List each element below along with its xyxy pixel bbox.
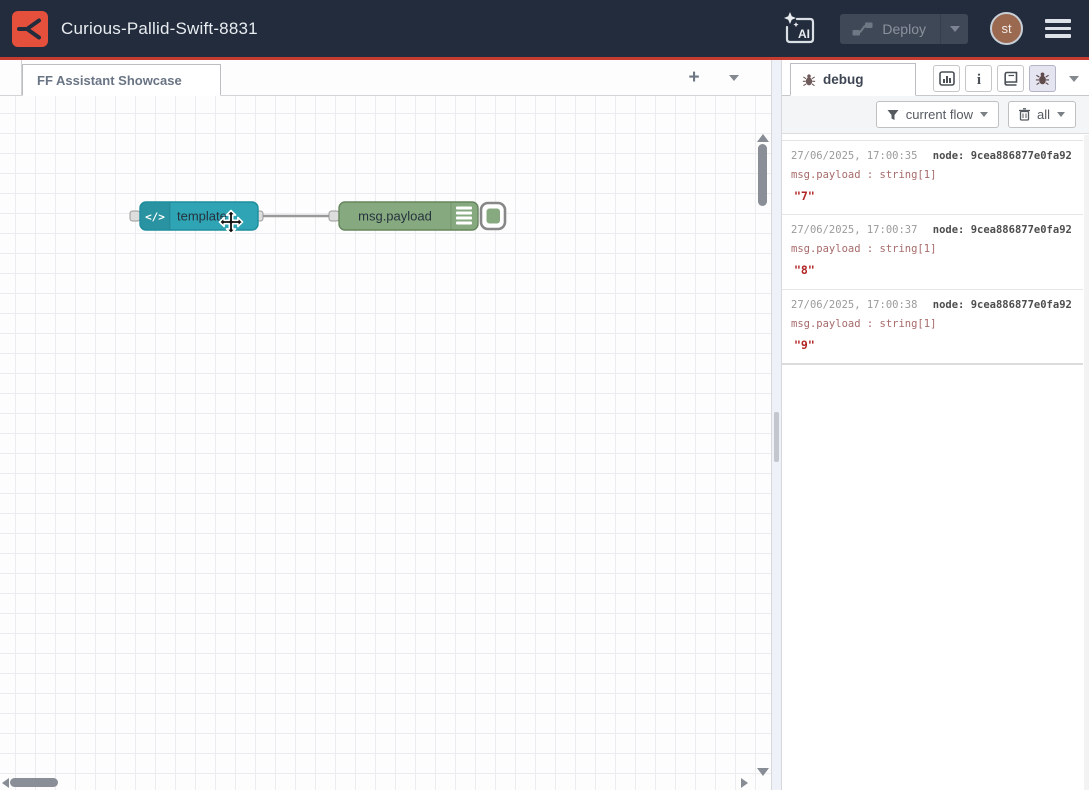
message-node-id: 9cea886877e0fa92 <box>971 224 1072 236</box>
horizontal-scroll-thumb[interactable] <box>10 778 58 787</box>
node-debug[interactable]: msg.payload <box>329 202 505 230</box>
hamburger-icon <box>1045 19 1071 23</box>
logo-merge-icon <box>12 11 48 47</box>
chart-icon <box>939 71 955 86</box>
vertical-scroll-thumb[interactable] <box>758 144 767 206</box>
debug-toolbar: current flow all <box>782 96 1089 134</box>
ai-assistant-button[interactable]: AI <box>780 9 818 49</box>
chevron-down-icon <box>1057 112 1065 117</box>
info-icon: i <box>975 71 983 86</box>
message-property[interactable]: msg.payload : string[1] <box>791 315 1073 335</box>
help-tab-button[interactable] <box>997 65 1024 92</box>
node-label: msg.payload <box>358 209 432 224</box>
message-node-prefix: node: <box>933 299 965 311</box>
message-node-id: 9cea886877e0fa92 <box>971 150 1072 162</box>
node-red-editor: Curious-Pallid-Swift-8831 AI Depl <box>0 0 1089 790</box>
flow-graph: </> template <box>0 96 771 790</box>
deploy-label: Deploy <box>882 21 926 37</box>
dashboard-chart-tab-button[interactable] <box>933 65 960 92</box>
scroll-down-arrow-icon[interactable] <box>757 768 769 776</box>
tab-scroll-left-region[interactable] <box>0 60 22 95</box>
hamburger-icon <box>1045 34 1071 38</box>
tabbar-actions: + <box>675 60 771 95</box>
message-value[interactable]: "7" <box>791 186 1073 207</box>
sidebar-tool-buttons: i <box>933 65 1089 96</box>
debug-message[interactable]: 27/06/2025, 17:00:35 node: 9cea886877e0f… <box>782 141 1083 215</box>
debug-message[interactable]: 27/06/2025, 17:00:37 node: 9cea886877e0f… <box>782 215 1083 289</box>
chevron-down-icon <box>729 75 739 81</box>
ai-sparkle-icon: AI <box>780 9 818 49</box>
main-menu-button[interactable] <box>1045 19 1071 38</box>
message-timestamp: 27/06/2025, 17:00:35 <box>791 150 917 162</box>
app-logo[interactable] <box>12 11 48 47</box>
deploy-nodes-icon <box>852 22 873 36</box>
scroll-up-arrow-icon[interactable] <box>757 134 769 142</box>
debug-filter-button[interactable]: current flow <box>876 101 999 128</box>
debug-message-list: 27/06/2025, 17:00:35 node: 9cea886877e0f… <box>782 140 1083 365</box>
message-meta: 27/06/2025, 17:00:35 node: 9cea886877e0f… <box>791 148 1073 166</box>
flow-list-dropdown-button[interactable] <box>715 60 753 95</box>
svg-text:i: i <box>976 72 980 86</box>
debug-toggle-state <box>487 209 501 224</box>
tab-ff-assistant-showcase[interactable]: FF Assistant Showcase <box>22 64 221 96</box>
scroll-right-arrow-icon[interactable] <box>741 778 748 788</box>
info-tab-button[interactable]: i <box>965 65 992 92</box>
trash-icon <box>1019 108 1030 121</box>
hamburger-icon <box>1045 27 1071 31</box>
code-icon: </> <box>145 211 165 224</box>
message-meta: 27/06/2025, 17:00:37 node: 9cea886877e0f… <box>791 222 1073 240</box>
svg-text:AI: AI <box>798 27 810 41</box>
workspace-tabbar: FF Assistant Showcase + <box>0 60 771 96</box>
splitter-grip[interactable] <box>774 412 779 462</box>
funnel-icon <box>887 109 899 121</box>
bug-icon <box>1035 71 1050 86</box>
book-icon <box>1003 71 1019 86</box>
input-port[interactable] <box>130 211 140 221</box>
avatar-initials: st <box>1001 21 1011 36</box>
message-node-id: 9cea886877e0fa92 <box>971 299 1072 311</box>
message-value[interactable]: "9" <box>791 335 1073 356</box>
debug-clear-button[interactable]: all <box>1008 101 1076 128</box>
add-flow-button[interactable]: + <box>675 60 713 95</box>
chevron-down-icon <box>950 26 960 32</box>
message-node-prefix: node: <box>933 150 965 162</box>
message-timestamp: 27/06/2025, 17:00:38 <box>791 299 917 311</box>
canvas-horizontal-scrollbar[interactable] <box>0 776 757 789</box>
header-bar: Curious-Pallid-Swift-8831 AI Depl <box>0 0 1089 57</box>
page-title: Curious-Pallid-Swift-8831 <box>61 19 258 39</box>
sidebar-scrollbar-gutter[interactable] <box>1084 135 1089 790</box>
plus-icon: + <box>688 67 699 89</box>
sidebar: debug i <box>782 60 1089 790</box>
deploy-button-main[interactable]: Deploy <box>840 14 940 44</box>
tab-debug[interactable]: debug <box>790 63 916 96</box>
flow-canvas[interactable]: </> template <box>0 96 771 790</box>
clear-scope-label: all <box>1037 107 1050 122</box>
message-property[interactable]: msg.payload : string[1] <box>791 166 1073 186</box>
user-avatar[interactable]: st <box>990 12 1023 45</box>
message-meta: 27/06/2025, 17:00:38 node: 9cea886877e0f… <box>791 297 1073 315</box>
chevron-down-icon <box>980 112 988 117</box>
input-port[interactable] <box>329 211 339 221</box>
sidebar-splitter[interactable] <box>771 60 782 790</box>
scroll-left-arrow-icon[interactable] <box>2 778 9 788</box>
debug-tab-label: debug <box>823 72 864 87</box>
flow-tab-label: FF Assistant Showcase <box>37 73 182 88</box>
deploy-button[interactable]: Deploy <box>840 14 968 44</box>
message-timestamp: 27/06/2025, 17:00:37 <box>791 224 917 236</box>
header-actions: AI Deploy st <box>780 9 1077 49</box>
deploy-options-button[interactable] <box>940 14 968 44</box>
main-area: FF Assistant Showcase + <box>0 60 1089 790</box>
workspace-column: FF Assistant Showcase + <box>0 60 771 790</box>
message-property[interactable]: msg.payload : string[1] <box>791 240 1073 260</box>
filter-label: current flow <box>906 107 973 122</box>
debug-message[interactable]: 27/06/2025, 17:00:38 node: 9cea886877e0f… <box>782 290 1083 363</box>
canvas-vertical-scrollbar[interactable] <box>755 134 770 776</box>
sidebar-tabs-dropdown-icon[interactable] <box>1069 76 1079 82</box>
sidebar-tabbar: debug i <box>782 60 1089 96</box>
message-node-prefix: node: <box>933 224 965 236</box>
bug-icon <box>802 73 816 87</box>
debug-tab-button[interactable] <box>1029 65 1056 92</box>
message-value[interactable]: "8" <box>791 260 1073 281</box>
node-template[interactable]: </> template <box>130 202 263 230</box>
